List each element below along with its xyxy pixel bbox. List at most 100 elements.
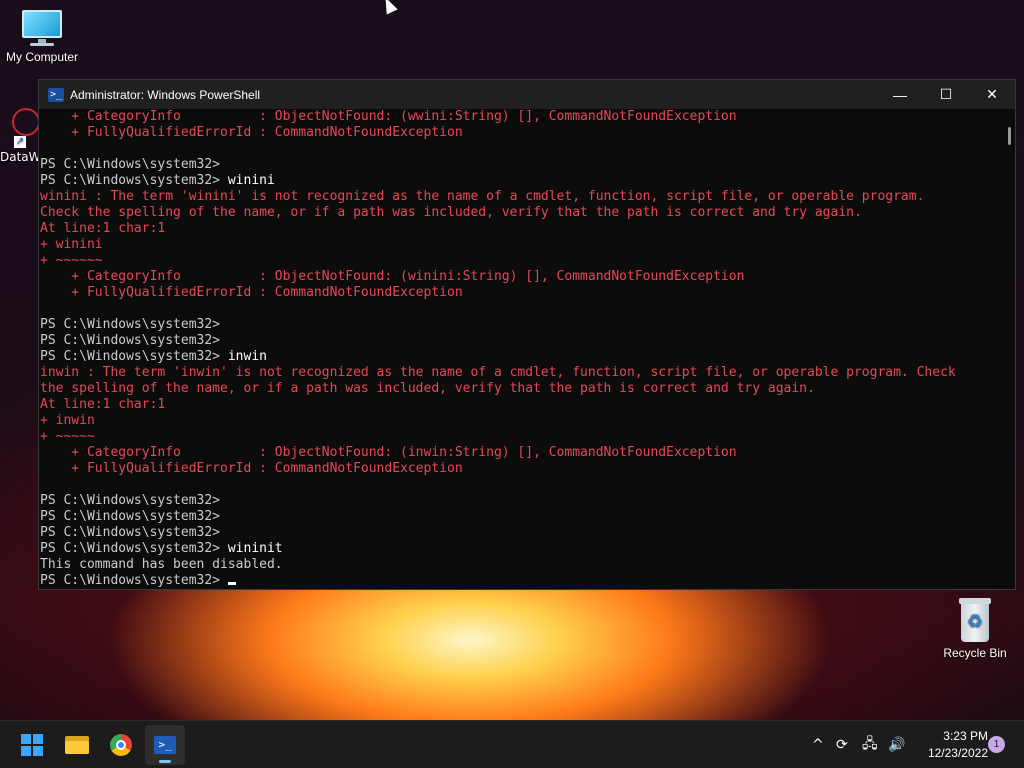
notification-badge[interactable]: 1 [988, 736, 1005, 753]
console-line: PS C:\Windows\system32> [40, 509, 1003, 525]
powershell-icon: >_ [48, 87, 64, 102]
scrollbar-thumb[interactable] [1008, 127, 1011, 145]
console-line: PS C:\Windows\system32> [40, 317, 1003, 333]
console-line-text: + FullyQualifiedErrorId : CommandNotFoun… [40, 461, 463, 476]
console-line-text: PS C:\Windows\system32> [40, 493, 221, 508]
console-line-text: + CategoryInfo : ObjectNotFound: (winini… [40, 269, 745, 284]
console-line-text: PS C:\Windows\system32> [40, 509, 221, 524]
window-title: Administrator: Windows PowerShell [70, 87, 261, 102]
folder-icon [65, 736, 89, 754]
console-line: Check the spelling of the name, or if a … [40, 205, 1003, 221]
powershell-window[interactable]: >_ Administrator: Windows PowerShell — ☐… [38, 79, 1016, 590]
console-line: + FullyQualifiedErrorId : CommandNotFoun… [40, 461, 1003, 477]
console-line: inwin : The term 'inwin' is not recogniz… [40, 365, 1003, 381]
console-line: PS C:\Windows\system32> [40, 333, 1003, 349]
desktop-icon-datawin[interactable]: ↗ DataW [0, 104, 44, 164]
console-line-text: PS C:\Windows\system32> [40, 541, 228, 556]
console-line: the spelling of the name, or if a path w… [40, 381, 1003, 397]
text-cursor [227, 582, 236, 585]
console-line-text: At line:1 char:1 [40, 221, 166, 236]
console-line: At line:1 char:1 [40, 397, 1003, 413]
console-line-text: inwin : The term 'inwin' is not recogniz… [40, 365, 956, 380]
chevron-up-icon: ^ [812, 737, 824, 753]
console-line: PS C:\Windows\system32> [40, 157, 1003, 173]
console-line: + CategoryInfo : ObjectNotFound: (inwin:… [40, 445, 1003, 461]
console-line: PS C:\Windows\system32> inwin [40, 349, 1003, 365]
taskbar-file-explorer[interactable] [57, 725, 97, 765]
console-line: + inwin [40, 413, 1003, 429]
start-button[interactable] [12, 725, 52, 765]
console-output[interactable]: + CategoryInfo : ObjectNotFound: (wwini:… [39, 109, 1003, 589]
console-line-text: + CategoryInfo : ObjectNotFound: (wwini:… [40, 109, 737, 124]
console-line-text: Check the spelling of the name, or if a … [40, 205, 862, 220]
console-line: PS C:\Windows\system32> [40, 525, 1003, 541]
taskbar-powershell[interactable]: >_ [145, 725, 185, 765]
tray-sync-status[interactable]: ⟳ [836, 721, 848, 768]
console-line-text: winini : The term 'winini' is not recogn… [40, 189, 925, 204]
console-line-text: + FullyQualifiedErrorId : CommandNotFoun… [40, 125, 463, 140]
console-line-text: + winini [40, 237, 103, 252]
console-line-text: PS C:\Windows\system32> [40, 157, 221, 172]
network-icon: 🖧 [862, 736, 878, 752]
console-line-text: + ~~~~~ [40, 429, 95, 444]
console-line: This command has been disabled. [40, 557, 1003, 573]
speaker-icon: 🔊 [888, 737, 906, 753]
desktop-icon-my-computer[interactable]: My Computer [0, 10, 84, 64]
windows-logo-icon [21, 734, 43, 756]
console-line: At line:1 char:1 [40, 221, 1003, 237]
shortcut-arrow-icon: ↗ [14, 136, 26, 148]
console-line-text: PS C:\Windows\system32> [40, 333, 221, 348]
console-line: winini : The term 'winini' is not recogn… [40, 189, 1003, 205]
taskbar: >_ ^ ⟳ 🖧 🔊 3:23 PM 12/23/2022 1 [0, 720, 1024, 768]
console-line-text: + ~~~~~~ [40, 253, 103, 268]
console-line: + CategoryInfo : ObjectNotFound: (wwini:… [40, 109, 1003, 125]
console-line-text: + inwin [40, 413, 95, 428]
console-command: winini [227, 173, 275, 188]
close-button[interactable]: ✕ [969, 80, 1015, 109]
taskbar-chrome[interactable] [101, 725, 141, 765]
powershell-icon: >_ [154, 736, 176, 754]
console-line: PS C:\Windows\system32> winini [40, 173, 1003, 189]
console-line-text: PS C:\Windows\system32> [40, 573, 228, 588]
desktop-icon-label: DataW [0, 150, 41, 164]
console-line-text: PS C:\Windows\system32> [40, 317, 221, 332]
console-line: + ~~~~~~ [40, 253, 1003, 269]
desktop-icon-label: Recycle Bin [943, 646, 1007, 660]
console-line: + ~~~~~ [40, 429, 1003, 445]
console-line-text: PS C:\Windows\system32> [40, 525, 221, 540]
console-line-text: At line:1 char:1 [40, 397, 166, 412]
console-line-text: the spelling of the name, or if a path w… [40, 381, 815, 396]
chrome-icon [110, 734, 132, 756]
console-line-text: PS C:\Windows\system32> [40, 173, 228, 188]
recycle-bin-icon: ♻ [957, 598, 993, 642]
clock-date: 12/23/2022 [927, 746, 988, 760]
console-command: wininit [227, 541, 283, 556]
console-line: PS C:\Windows\system32> wininit [40, 541, 1003, 557]
tray-network[interactable]: 🖧 [862, 721, 878, 768]
console-line-text: + FullyQualifiedErrorId : CommandNotFoun… [40, 285, 463, 300]
window-titlebar[interactable]: >_ Administrator: Windows PowerShell — ☐… [39, 80, 1015, 109]
taskbar-clock[interactable]: 3:23 PM 12/23/2022 [912, 728, 988, 762]
console-line: PS C:\Windows\system32> [40, 493, 1003, 509]
tray-volume[interactable]: 🔊 [888, 721, 905, 768]
console-line: + FullyQualifiedErrorId : CommandNotFoun… [40, 285, 1003, 301]
console-line: + FullyQualifiedErrorId : CommandNotFoun… [40, 125, 1003, 141]
console-command: inwin [227, 349, 267, 364]
console-line: PS C:\Windows\system32> [40, 573, 1003, 589]
scrollbar[interactable] [1003, 109, 1015, 589]
desktop-icon-recycle-bin[interactable]: ♻ Recycle Bin [933, 598, 1017, 660]
console-line-text: + CategoryInfo : ObjectNotFound: (inwin:… [40, 445, 737, 460]
maximize-button[interactable]: ☐ [923, 80, 969, 109]
console-line-text: PS C:\Windows\system32> [40, 349, 228, 364]
sync-error-icon: ⟳ [836, 737, 848, 753]
monitor-icon [20, 10, 64, 46]
tray-overflow-chevron[interactable]: ^ [812, 721, 824, 768]
clock-time: 3:23 PM [943, 729, 988, 743]
desktop-icon-label: My Computer [5, 50, 79, 64]
console-line-text: This command has been disabled. [40, 557, 283, 572]
console-line: + winini [40, 237, 1003, 253]
minimize-button[interactable]: — [877, 80, 923, 109]
